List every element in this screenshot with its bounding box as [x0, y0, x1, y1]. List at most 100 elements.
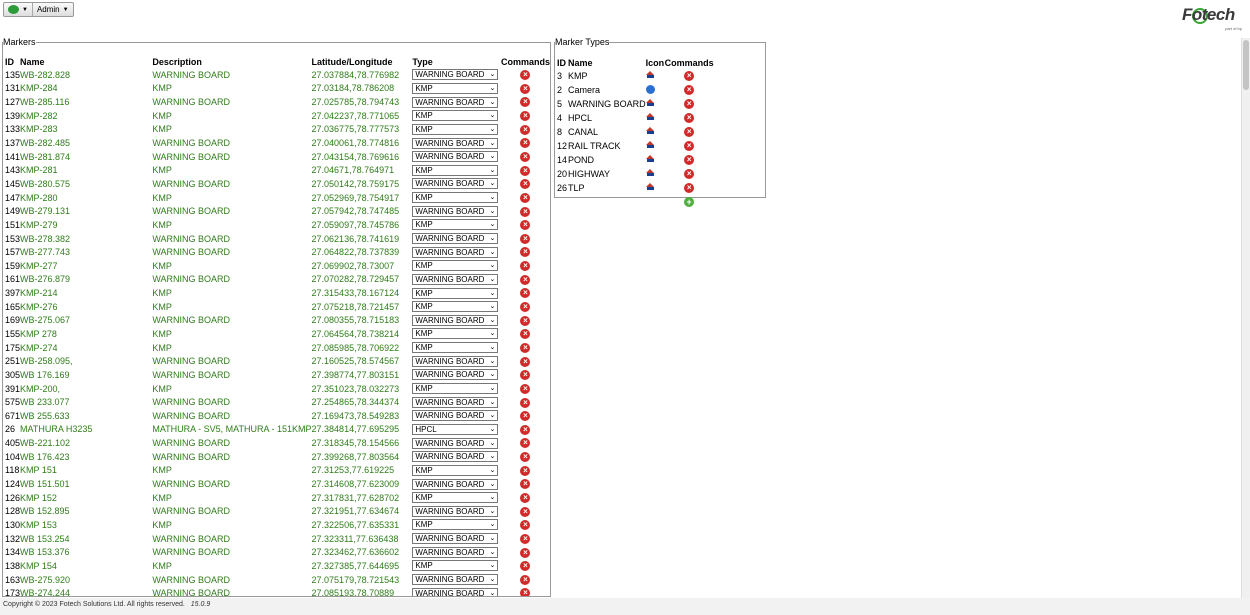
marker-type-select[interactable]: WARNING BOARD ⌄ — [412, 355, 499, 367]
marker-description[interactable]: WARNING BOARD — [152, 354, 311, 368]
marker-name[interactable]: KMP 154 — [20, 559, 152, 573]
marker-name[interactable]: WB 255.633 — [20, 409, 152, 423]
delete-icon[interactable]: × — [520, 302, 531, 313]
marker-type-select[interactable]: WARNING BOARD ⌄ — [412, 205, 499, 217]
marker-description[interactable]: KMP — [152, 109, 311, 123]
type-name[interactable]: HIGHWAY — [568, 167, 646, 181]
delete-icon[interactable]: × — [520, 383, 531, 394]
marker-latlong[interactable]: 27.050142,78.759175 — [312, 177, 413, 191]
marker-name[interactable]: WB 153.376 — [20, 545, 152, 559]
marker-type-select[interactable]: WARNING BOARD ⌄ — [412, 246, 499, 258]
marker-name[interactable]: WB-221.102 — [20, 436, 152, 450]
delete-icon[interactable]: × — [520, 506, 531, 517]
marker-type-select[interactable]: KMP ⌄ — [412, 342, 499, 354]
marker-description[interactable]: KMP — [152, 300, 311, 314]
marker-type-select[interactable]: WARNING BOARD ⌄ — [412, 505, 499, 517]
delete-icon[interactable]: × — [684, 183, 695, 194]
marker-latlong[interactable]: 27.085193,78.70889 — [312, 586, 413, 596]
marker-latlong[interactable]: 27.04671,78.764971 — [312, 163, 413, 177]
marker-type-select[interactable]: KMP ⌄ — [412, 219, 499, 231]
type-name[interactable]: RAIL TRACK — [568, 139, 646, 153]
page-scrollbar[interactable] — [1241, 38, 1250, 598]
marker-type-select[interactable]: KMP ⌄ — [412, 82, 499, 94]
marker-description[interactable]: WARNING BOARD — [152, 150, 311, 164]
marker-latlong[interactable]: 27.042237,78.771065 — [312, 109, 413, 123]
marker-name[interactable]: KMP-280 — [20, 191, 152, 205]
delete-icon[interactable]: × — [520, 438, 531, 449]
delete-icon[interactable]: × — [684, 141, 695, 152]
marker-type-select[interactable]: KMP ⌄ — [412, 383, 499, 395]
delete-icon[interactable]: × — [520, 547, 531, 558]
marker-description[interactable]: WARNING BOARD — [152, 477, 311, 491]
delete-icon[interactable]: × — [520, 370, 531, 381]
marker-name[interactable]: KMP-277 — [20, 259, 152, 273]
marker-type-select[interactable]: WARNING BOARD ⌄ — [412, 478, 499, 490]
marker-latlong[interactable]: 27.064564,78.738214 — [312, 327, 413, 341]
marker-name[interactable]: KMP 151 — [20, 464, 152, 478]
delete-icon[interactable]: × — [520, 411, 531, 422]
marker-type-select[interactable]: WARNING BOARD ⌄ — [412, 233, 499, 244]
marker-description[interactable]: WARNING BOARD — [152, 273, 311, 287]
marker-description[interactable]: WARNING BOARD — [152, 573, 311, 587]
marker-type-select[interactable]: KMP ⌄ — [412, 301, 499, 313]
marker-description[interactable]: WARNING BOARD — [152, 368, 311, 382]
marker-description[interactable]: KMP — [152, 382, 311, 396]
delete-icon[interactable]: × — [520, 520, 531, 531]
marker-type-select[interactable]: WARNING BOARD ⌄ — [412, 546, 499, 558]
marker-description[interactable]: KMP — [152, 559, 311, 573]
marker-description[interactable]: KMP — [152, 327, 311, 341]
type-name[interactable]: WARNING BOARD — [568, 97, 646, 111]
delete-icon[interactable]: × — [520, 588, 531, 596]
camera-marker-icon[interactable] — [645, 84, 655, 94]
marker-name[interactable]: KMP-200, — [20, 382, 152, 396]
marker-latlong[interactable]: 27.085985,78.706922 — [312, 341, 413, 355]
marker-latlong[interactable]: 27.064822,78.737839 — [312, 245, 413, 259]
marker-type-select[interactable]: WARNING BOARD ⌄ — [412, 369, 499, 381]
marker-name[interactable]: KMP 152 — [20, 491, 152, 505]
marker-description[interactable]: KMP — [152, 518, 311, 532]
marker-type-select[interactable]: WARNING BOARD ⌄ — [412, 574, 499, 586]
marker-latlong[interactable]: 27.327385,77.644695 — [312, 559, 413, 573]
marker-description[interactable]: WARNING BOARD — [152, 395, 311, 409]
marker-description[interactable]: KMP — [152, 163, 311, 177]
marker-name[interactable]: WB-281.874 — [20, 150, 152, 164]
delete-icon[interactable]: × — [520, 561, 531, 572]
marker-latlong[interactable]: 27.318345,78.154566 — [312, 436, 413, 450]
marker-name[interactable]: KMP-282 — [20, 109, 152, 123]
marker-description[interactable]: WARNING BOARD — [152, 450, 311, 464]
marker-type-select[interactable]: WARNING BOARD ⌄ — [412, 151, 499, 163]
status-menu-button[interactable]: ▼ — [4, 3, 32, 16]
delete-icon[interactable]: × — [520, 151, 531, 162]
marker-latlong[interactable]: 27.040061,78.774816 — [312, 136, 413, 150]
delete-icon[interactable]: × — [684, 155, 695, 166]
marker-description[interactable]: KMP — [152, 286, 311, 300]
delete-icon[interactable]: × — [520, 124, 531, 135]
marker-name[interactable]: KMP-214 — [20, 286, 152, 300]
marker-description[interactable]: WARNING BOARD — [152, 545, 311, 559]
marker-name[interactable]: WB-282.485 — [20, 136, 152, 150]
delete-icon[interactable]: × — [520, 492, 531, 503]
delete-icon[interactable]: × — [520, 220, 531, 231]
marker-latlong[interactable]: 27.037884,78.776982 — [312, 68, 413, 82]
marker-description[interactable]: WARNING BOARD — [152, 136, 311, 150]
marker-name[interactable]: KMP-274 — [20, 341, 152, 355]
type-name[interactable]: CANAL — [568, 125, 646, 139]
marker-description[interactable]: WARNING BOARD — [152, 68, 311, 82]
marker-latlong[interactable]: 27.080355,78.715183 — [312, 314, 413, 328]
marker-name[interactable]: WB 152.895 — [20, 505, 152, 519]
house-marker-icon[interactable] — [645, 169, 655, 177]
type-name[interactable]: TLP — [568, 181, 646, 195]
delete-icon[interactable]: × — [520, 479, 531, 490]
delete-icon[interactable]: × — [520, 206, 531, 217]
marker-type-select[interactable]: WARNING BOARD ⌄ — [412, 533, 499, 545]
marker-description[interactable]: KMP — [152, 259, 311, 273]
delete-icon[interactable]: × — [520, 274, 531, 285]
marker-type-select[interactable]: WARNING BOARD ⌄ — [412, 137, 499, 149]
delete-icon[interactable]: × — [520, 288, 531, 299]
marker-description[interactable]: WARNING BOARD — [152, 314, 311, 328]
marker-latlong[interactable]: 27.025785,78.794743 — [312, 95, 413, 109]
marker-latlong[interactable]: 27.321951,77.634674 — [312, 505, 413, 519]
delete-icon[interactable]: × — [520, 247, 531, 258]
marker-description[interactable]: WARNING BOARD — [152, 177, 311, 191]
marker-type-select[interactable]: KMP ⌄ — [412, 110, 499, 122]
